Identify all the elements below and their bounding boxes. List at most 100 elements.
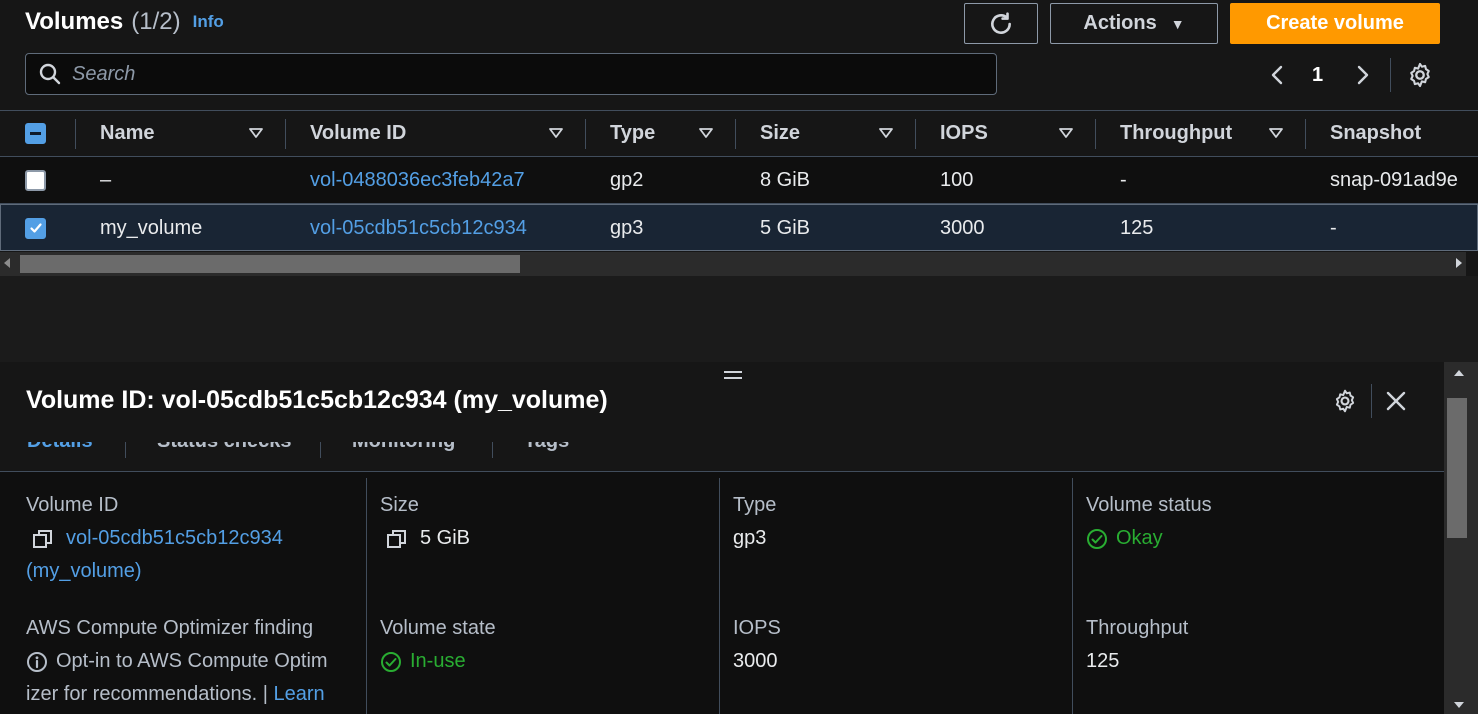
learn-more-link[interactable]: Learn — [274, 683, 325, 705]
cell-snapshot: snap-091ad9e — [1330, 168, 1458, 191]
resize-handle-icon[interactable] — [724, 371, 742, 379]
current-page-number[interactable]: 1 — [1312, 55, 1323, 95]
cell-size: 5 GiB — [760, 216, 811, 239]
column-divider — [1072, 478, 1073, 714]
table-row[interactable]: – vol-0488036ec3feb42a7 gp2 8 GiB 100 - … — [0, 157, 1478, 204]
state-text: In-use — [410, 650, 466, 672]
sort-caret-icon — [699, 128, 713, 138]
column-header-throughput[interactable]: Throughput — [1120, 111, 1300, 156]
page-title: Volumes — [25, 8, 124, 35]
divider — [1371, 384, 1372, 418]
size-value: 5 GiB — [386, 527, 470, 550]
scroll-left-arrow-icon[interactable] — [4, 258, 10, 268]
table-preferences-button[interactable] — [1406, 55, 1434, 95]
status-text: Okay — [1116, 527, 1163, 549]
sort-caret-icon — [249, 128, 263, 138]
next-page-button[interactable] — [1350, 55, 1374, 95]
column-divider — [285, 119, 286, 149]
column-header-iops[interactable]: IOPS — [940, 111, 1090, 156]
info-link[interactable]: Info — [193, 12, 224, 32]
column-header-volume-id[interactable]: Volume ID — [310, 111, 580, 156]
volume-name-link[interactable]: (my_volume) — [26, 560, 142, 583]
volume-status-value: Okay — [1086, 527, 1163, 550]
scroll-right-arrow-icon[interactable] — [1456, 258, 1462, 268]
copy-icon[interactable] — [32, 528, 54, 550]
volume-detail-panel: Volume ID: vol-05cdb51c5cb12c934 (my_vol… — [0, 362, 1478, 714]
check-circle-icon — [1087, 528, 1107, 549]
info-circle-icon — [27, 651, 47, 672]
cell-type: gp3 — [610, 216, 644, 239]
close-icon — [1386, 391, 1406, 411]
type-label: Type — [733, 494, 777, 516]
scroll-down-arrow-icon[interactable] — [1454, 702, 1464, 708]
checkbox-checked-icon — [25, 217, 46, 239]
volume-id-link[interactable]: vol-05cdb51c5cb12c934 — [66, 527, 283, 550]
cell-throughput: 125 — [1120, 216, 1154, 239]
cell-name: my_volume — [100, 216, 203, 239]
cell-name: – — [100, 168, 112, 191]
column-divider — [585, 119, 586, 149]
vertical-scrollbar[interactable] — [1444, 362, 1478, 714]
row-checkbox[interactable] — [25, 157, 46, 203]
search-bar[interactable] — [25, 53, 997, 95]
gear-icon — [1410, 62, 1430, 88]
cell-throughput: - — [1120, 168, 1127, 191]
refresh-icon — [991, 11, 1011, 34]
refresh-button[interactable] — [964, 3, 1038, 44]
close-panel-button[interactable] — [1384, 389, 1408, 418]
cell-volume-id-link[interactable]: vol-0488036ec3feb42a7 — [310, 157, 525, 203]
row-checkbox[interactable] — [25, 205, 46, 251]
column-header-snapshot[interactable]: Snapshot — [1330, 111, 1478, 156]
size-label: Size — [380, 494, 419, 516]
volume-state-label: Volume state — [380, 617, 496, 639]
empty-table-area — [0, 276, 1478, 362]
optimizer-finding-value: Opt-in to AWS Compute Optim — [26, 650, 328, 673]
table-row-selected[interactable]: my_volume vol-05cdb51c5cb12c934 gp3 5 Gi… — [0, 204, 1478, 251]
scroll-up-arrow-icon[interactable] — [1454, 370, 1464, 376]
column-divider — [915, 119, 916, 149]
sort-caret-icon — [1269, 128, 1283, 138]
cell-iops: 100 — [940, 168, 974, 191]
cell-snapshot: - — [1330, 216, 1337, 239]
volume-id-label: Volume ID — [26, 494, 119, 516]
search-input[interactable] — [72, 62, 972, 86]
volume-id-value[interactable]: vol-05cdb51c5cb12c934 — [32, 527, 283, 550]
checkbox-indeterminate-icon — [25, 123, 46, 144]
scrollbar-thumb[interactable] — [1447, 398, 1467, 538]
column-divider — [1305, 119, 1306, 149]
horizontal-scrollbar[interactable] — [0, 252, 1466, 276]
type-value: gp3 — [733, 527, 767, 549]
panel-preferences-button[interactable] — [1332, 388, 1358, 419]
column-header-size[interactable]: Size — [760, 111, 910, 156]
optimizer-text-line1: Opt-in to AWS Compute Optim — [56, 650, 328, 672]
details-grid: Volume ID vol-05cdb51c5cb12c934 (my_volu… — [0, 472, 1444, 714]
select-all-checkbox[interactable] — [25, 111, 46, 156]
checkbox-icon — [25, 169, 46, 191]
volume-status-label: Volume status — [1086, 494, 1212, 516]
page-header: Volumes (1/2) Info — [25, 4, 224, 40]
column-divider — [1095, 119, 1096, 149]
selection-count: (1/2) — [131, 8, 181, 35]
create-volume-button[interactable]: Create volume — [1230, 3, 1440, 44]
column-header-type[interactable]: Type — [610, 111, 730, 156]
cell-type: gp2 — [610, 168, 644, 191]
cell-volume-id-link[interactable]: vol-05cdb51c5cb12c934 — [310, 205, 527, 251]
sort-caret-icon — [1059, 128, 1073, 138]
sort-caret-icon — [879, 128, 893, 138]
column-divider — [719, 478, 720, 714]
chevron-right-icon — [1357, 65, 1369, 85]
volume-state-value: In-use — [380, 650, 466, 673]
optimizer-text-line2-row: izer for recommendations. | Learn — [26, 683, 325, 706]
scrollbar-thumb[interactable] — [20, 255, 520, 273]
check-circle-icon — [381, 651, 401, 672]
column-header-name[interactable]: Name — [100, 111, 280, 156]
copy-icon[interactable] — [386, 528, 408, 550]
detail-header-backdrop: Volume ID: vol-05cdb51c5cb12c934 (my_vol… — [0, 362, 1444, 442]
caret-down-icon: ▼ — [1170, 15, 1185, 32]
iops-value: 3000 — [733, 650, 778, 672]
optimizer-text-line2: izer for recommendations. | — [26, 683, 274, 705]
detail-panel-title: Volume ID: vol-05cdb51c5cb12c934 (my_vol… — [26, 386, 608, 414]
actions-dropdown[interactable]: Actions ▼ — [1050, 3, 1218, 44]
throughput-label: Throughput — [1086, 617, 1189, 639]
previous-page-button[interactable] — [1266, 55, 1290, 95]
